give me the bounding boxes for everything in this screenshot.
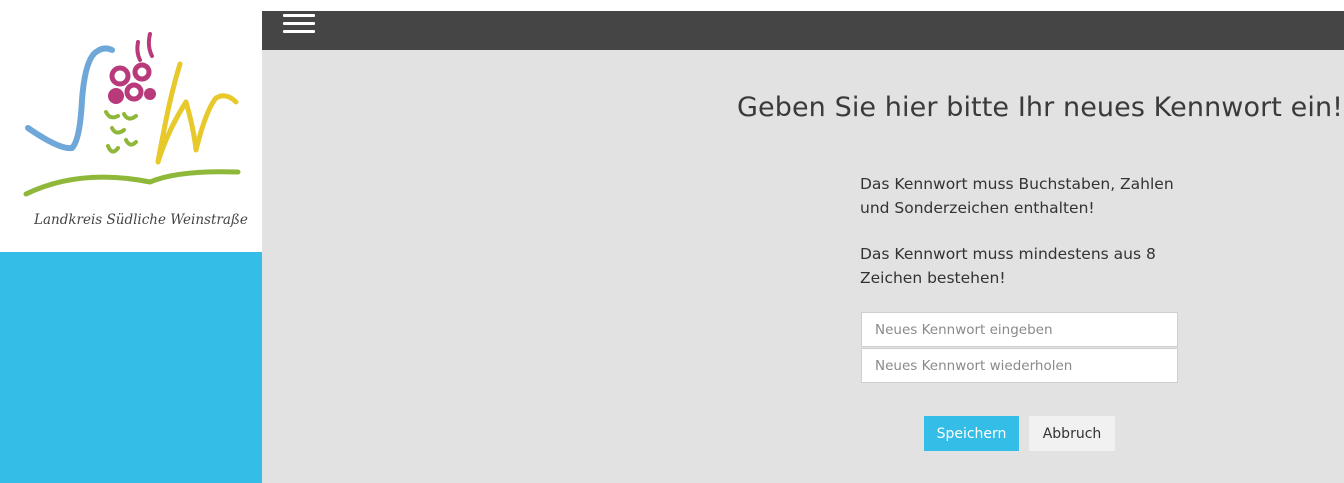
page-title: Geben Sie hier bitte Ihr neues Kennwort …: [737, 92, 1344, 123]
repeat-password-input[interactable]: [861, 348, 1178, 383]
new-password-input[interactable]: [861, 312, 1178, 347]
top-bar: [262, 11, 1344, 50]
sidebar: Landkreis Südliche Weinstraße: [0, 0, 262, 483]
requirement-characters: Das Kennwort muss Buchstaben, Zahlen und…: [860, 175, 1174, 217]
cancel-button[interactable]: Abbruch: [1029, 416, 1115, 451]
logo-graphic-icon: Landkreis Südliche Weinstraße: [23, 32, 248, 228]
password-requirements: Das Kennwort muss Buchstaben, Zahlen und…: [860, 172, 1190, 312]
main-content: Geben Sie hier bitte Ihr neues Kennwort …: [262, 50, 1344, 483]
requirement-length: Das Kennwort muss mindestens aus 8 Zeich…: [860, 245, 1156, 287]
save-button[interactable]: Speichern: [924, 416, 1019, 451]
logo-caption: Landkreis Südliche Weinstraße: [33, 212, 248, 228]
logo[interactable]: Landkreis Südliche Weinstraße: [0, 0, 262, 252]
sidebar-panel: [0, 252, 262, 483]
hamburger-menu-icon[interactable]: [283, 14, 315, 36]
